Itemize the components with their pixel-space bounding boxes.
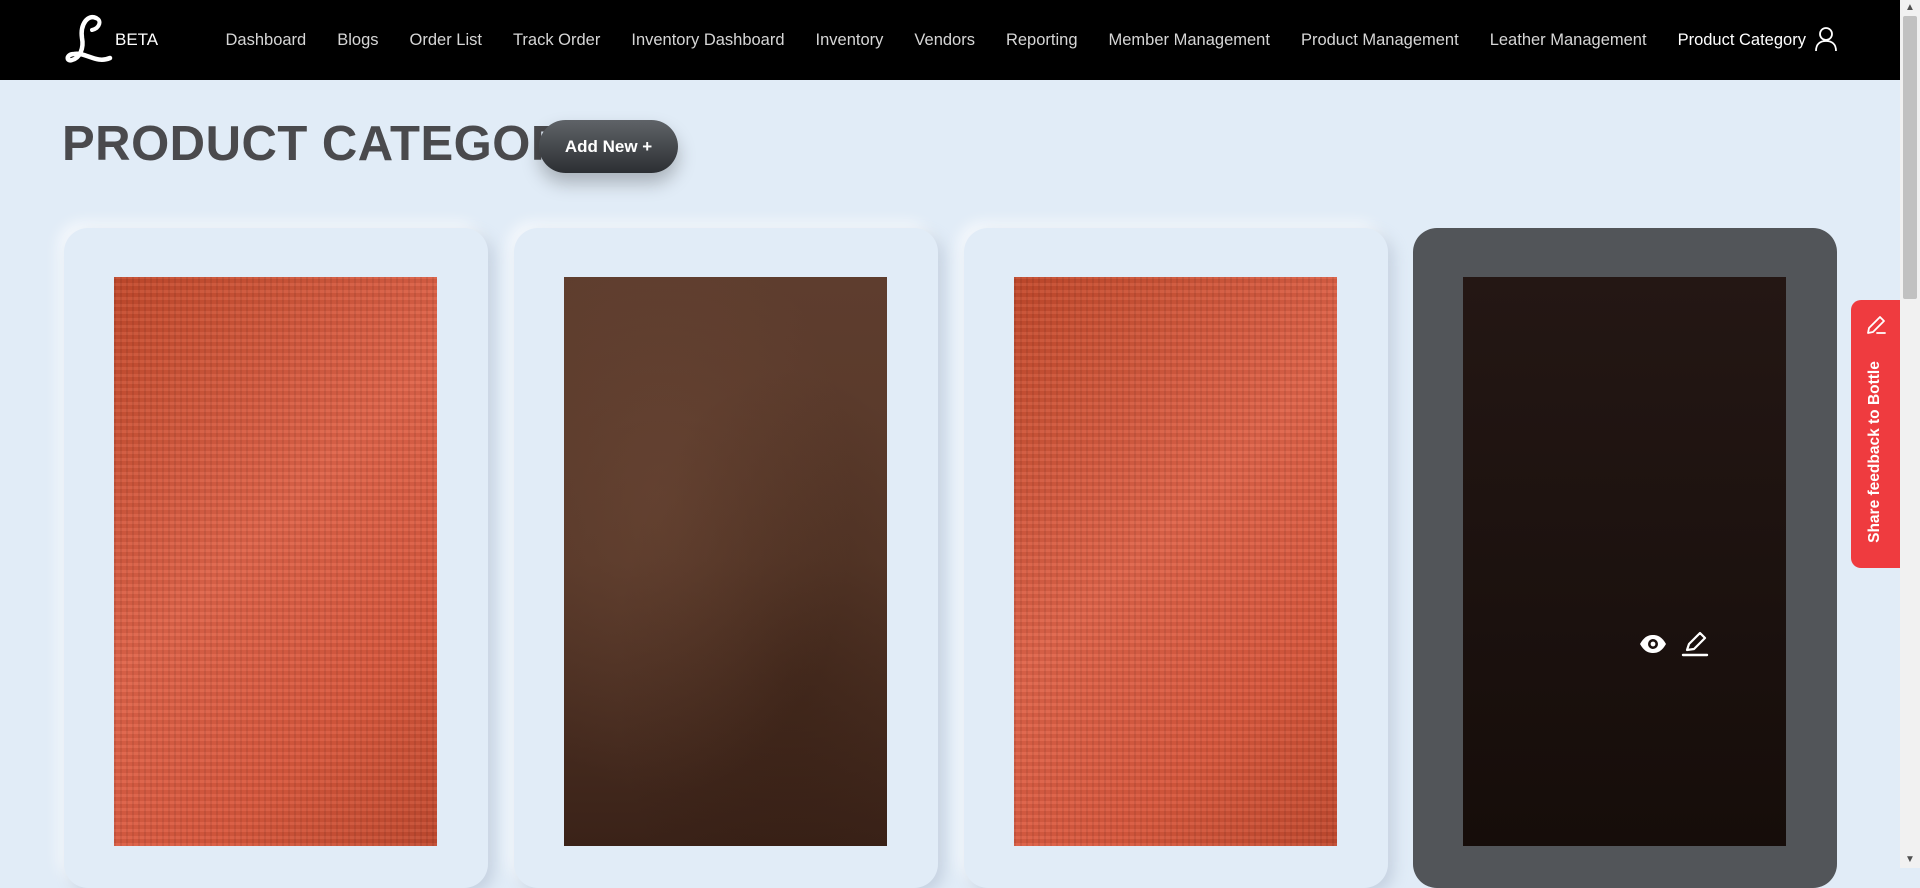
vertical-scrollbar[interactable]: ▲ ▼ bbox=[1900, 0, 1920, 868]
nav-item-blogs[interactable]: Blogs bbox=[337, 31, 378, 50]
scrollbar-thumb[interactable] bbox=[1903, 16, 1917, 299]
nav-item-product-category[interactable]: Product Category bbox=[1678, 31, 1806, 50]
category-card[interactable] bbox=[64, 228, 488, 888]
nav-item-order-list[interactable]: Order List bbox=[410, 31, 482, 50]
edit-icon[interactable] bbox=[1680, 629, 1710, 659]
nav-item-track-order[interactable]: Track Order bbox=[513, 31, 600, 50]
beta-badge: BETA bbox=[115, 30, 159, 49]
category-image[interactable] bbox=[564, 277, 887, 846]
feedback-tab[interactable]: Share feedback to Bottle bbox=[1851, 300, 1900, 568]
nav-item-inventory[interactable]: Inventory bbox=[816, 31, 884, 50]
category-card[interactable] bbox=[514, 228, 938, 888]
add-new-button[interactable]: Add New + bbox=[539, 120, 678, 173]
nav-item-dashboard[interactable]: Dashboard bbox=[226, 31, 307, 50]
feedback-label: Share feedback to Bottle bbox=[1866, 361, 1883, 543]
nav-item-vendors[interactable]: Vendors bbox=[914, 31, 975, 50]
eye-icon[interactable] bbox=[1638, 629, 1668, 659]
user-icon[interactable] bbox=[1814, 26, 1838, 52]
card-actions bbox=[1638, 629, 1710, 659]
nav-item-product-management[interactable]: Product Management bbox=[1301, 31, 1459, 50]
pencil-icon bbox=[1867, 316, 1886, 334]
nav-menu: Dashboard Blogs Order List Track Order I… bbox=[210, 0, 1821, 80]
category-image[interactable] bbox=[114, 277, 437, 846]
logo-icon[interactable] bbox=[62, 12, 116, 68]
category-image[interactable] bbox=[1014, 277, 1337, 846]
page-title: PRODUCT CATEGORY bbox=[62, 117, 599, 171]
category-image[interactable] bbox=[1463, 277, 1786, 846]
scroll-down-arrow-icon[interactable]: ▼ bbox=[1905, 855, 1915, 865]
category-card[interactable] bbox=[964, 228, 1388, 888]
nav-item-reporting[interactable]: Reporting bbox=[1006, 31, 1078, 50]
nav-item-inventory-dashboard[interactable]: Inventory Dashboard bbox=[631, 31, 784, 50]
nav-item-leather-management[interactable]: Leather Management bbox=[1490, 31, 1647, 50]
top-navbar: BETA Dashboard Blogs Order List Track Or… bbox=[0, 0, 1900, 80]
scroll-up-arrow-icon[interactable]: ▲ bbox=[1905, 3, 1915, 13]
nav-item-member-management[interactable]: Member Management bbox=[1109, 31, 1270, 50]
category-card-selected[interactable] bbox=[1413, 228, 1837, 888]
